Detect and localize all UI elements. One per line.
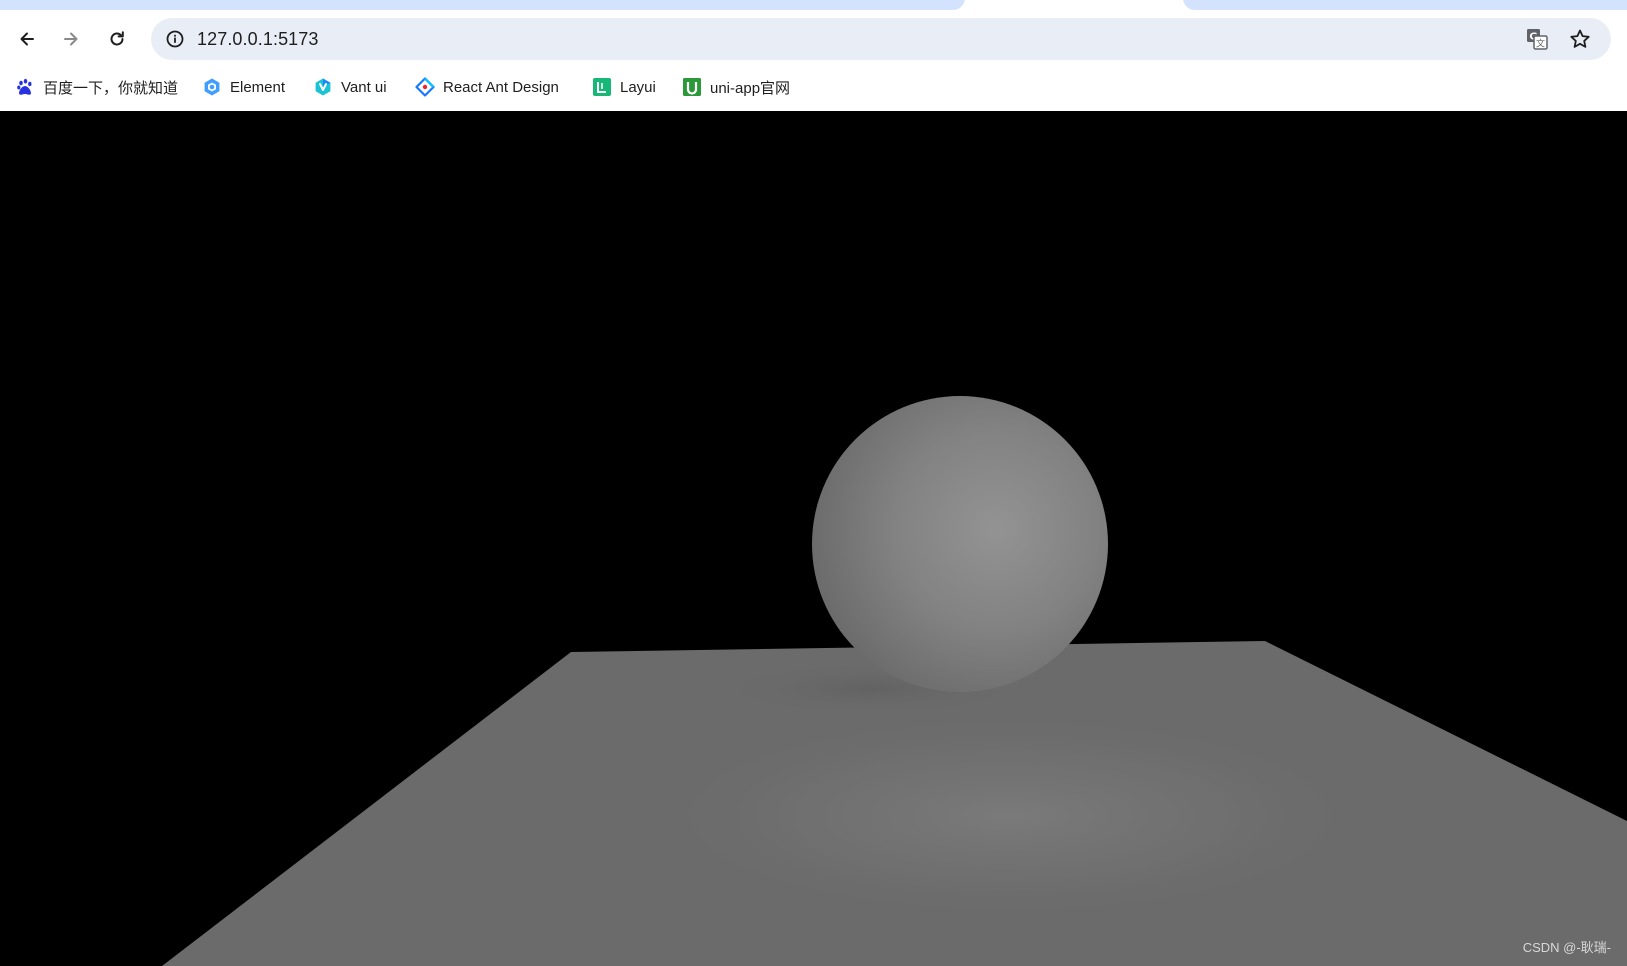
bookmarks-bar: 百度一下，你就知道 Element Vant ui React Ant Desi… [0, 70, 1627, 104]
bookmark-vant[interactable]: Vant ui [313, 70, 387, 104]
tab-inactive-left[interactable] [0, 0, 965, 10]
arrow-left-icon [20, 32, 34, 46]
tab-strip [0, 0, 1627, 10]
sphere-mesh [812, 396, 1108, 692]
bookmark-label: Vant ui [341, 78, 387, 96]
back-button[interactable] [11, 23, 43, 55]
star-icon [1570, 29, 1590, 48]
address-url[interactable]: 127.0.0.1:5173 [197, 29, 319, 50]
toolbar: 127.0.0.1:5173 G 文 [0, 14, 1627, 64]
translate-button[interactable]: G 文 [1521, 23, 1553, 55]
vant-icon [313, 77, 333, 97]
baidu-paw-icon [15, 77, 35, 97]
translate-icon: G 文 [1527, 29, 1548, 50]
reload-button[interactable] [101, 23, 133, 55]
layui-icon [592, 77, 612, 97]
site-info-button[interactable] [159, 23, 191, 55]
reload-icon [110, 31, 124, 46]
arrow-right-icon [64, 32, 78, 46]
bookmark-label: uni-app官网 [710, 79, 791, 97]
bookmark-layui[interactable]: Layui [592, 70, 656, 104]
bookmark-label: 百度一下，你就知道 [43, 79, 179, 97]
bookmark-react-ant-design[interactable]: React Ant Design [415, 70, 559, 104]
browser-chrome: 127.0.0.1:5173 G 文 [0, 0, 1627, 111]
watermark: CSDN @-耿瑞- [1522, 940, 1611, 955]
address-bar[interactable]: 127.0.0.1:5173 G 文 [151, 18, 1611, 60]
bookmark-uni-app[interactable]: uni-app官网 [682, 70, 790, 104]
bookmark-star-button[interactable] [1564, 23, 1596, 55]
bookmark-element[interactable]: Element [202, 70, 285, 104]
bookmark-label: Layui [620, 78, 656, 96]
tab-inactive-right[interactable] [1183, 0, 1627, 10]
bookmark-label: Element [230, 78, 286, 96]
svg-text:文: 文 [1536, 38, 1545, 50]
webgl-canvas[interactable]: CSDN @-耿瑞- [0, 111, 1627, 966]
forward-button[interactable] [55, 23, 87, 55]
ant-design-diamond-icon [415, 77, 435, 97]
threejs-scene [162, 396, 1627, 966]
bookmark-baidu[interactable]: 百度一下，你就知道 [15, 70, 178, 104]
element-hexagon-icon [202, 77, 222, 97]
bookmark-label: React Ant Design [443, 78, 559, 96]
info-icon [166, 30, 184, 48]
spotlight-glow [650, 711, 1370, 921]
uni-app-icon [682, 77, 702, 97]
